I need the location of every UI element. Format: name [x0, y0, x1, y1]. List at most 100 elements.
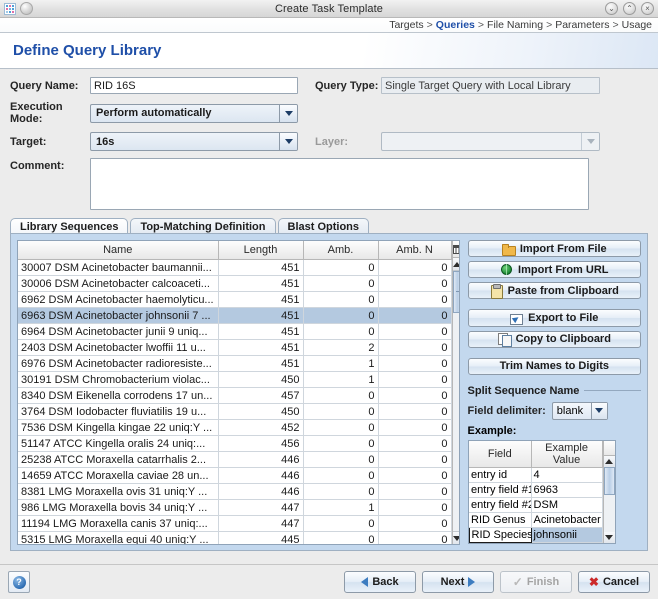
- query-name-input[interactable]: RID 16S: [90, 77, 298, 94]
- example-scroll-down[interactable]: [604, 532, 615, 543]
- spacer: [468, 352, 641, 358]
- tab-library-sequences[interactable]: Library Sequences: [10, 218, 128, 234]
- execution-mode-row: Execution Mode: Perform automatically: [10, 101, 648, 125]
- chevron-down-icon-disabled: [581, 133, 599, 150]
- cancel-button[interactable]: ✖ Cancel: [578, 571, 650, 593]
- target-select[interactable]: 16s: [90, 132, 298, 151]
- next-button[interactable]: Next: [422, 571, 494, 593]
- table-row[interactable]: 6964 DSM Acinetobacter junii 9 uniq...45…: [18, 324, 451, 340]
- comment-textarea[interactable]: [90, 158, 589, 210]
- scroll-up-button[interactable]: [453, 258, 459, 271]
- example-cell-field[interactable]: entry id: [469, 467, 531, 482]
- target-value: 16s: [91, 136, 279, 148]
- table-row[interactable]: 30007 DSM Acinetobacter baumannii...4510…: [18, 260, 451, 276]
- import-from-url-button[interactable]: Import From URL: [468, 261, 641, 278]
- example-scroll-track[interactable]: [604, 467, 615, 532]
- export-to-file-button[interactable]: Export to File: [468, 309, 641, 326]
- column-header-amb-n[interactable]: Amb. N: [378, 241, 451, 260]
- breadcrumb-item-queries[interactable]: Queries: [436, 19, 475, 31]
- breadcrumb-item-targets[interactable]: Targets: [389, 19, 423, 31]
- table-row[interactable]: 25238 ATCC Moraxella catarrhalis 2...446…: [18, 452, 451, 468]
- example-scroll-corner: [604, 441, 615, 456]
- column-header-name[interactable]: Name: [18, 241, 218, 260]
- table-row[interactable]: 6963 DSM Acinetobacter johnsonii 7 ...45…: [18, 308, 451, 324]
- field-delimiter-label: Field delimiter:: [468, 405, 546, 417]
- breadcrumb-item-file-naming[interactable]: File Naming: [487, 19, 543, 31]
- table-row[interactable]: 30006 DSM Acinetobacter calcoaceti...451…: [18, 276, 451, 292]
- cell-name: 25238 ATCC Moraxella catarrhalis 2...: [18, 452, 218, 468]
- comment-label: Comment:: [10, 158, 90, 172]
- wizard-nav-buttons: Back Next ✓ Finish ✖ Cancel: [344, 571, 650, 593]
- breadcrumb-item-parameters[interactable]: Parameters: [555, 19, 609, 31]
- back-button[interactable]: Back: [344, 571, 416, 593]
- cell-name: 3764 DSM Iodobacter fluviatilis 19 u...: [18, 404, 218, 420]
- help-button[interactable]: ?: [8, 571, 30, 593]
- table-row[interactable]: 6962 DSM Acinetobacter haemolyticu...451…: [18, 292, 451, 308]
- window-menu-icon[interactable]: [20, 2, 33, 15]
- scroll-track[interactable]: [453, 271, 459, 531]
- example-scrollbar[interactable]: [603, 441, 615, 543]
- example-cell-field[interactable]: RID Genus: [469, 512, 531, 527]
- sequences-table: Name Length Amb. Amb. N 30007 DSM Acinet…: [18, 241, 452, 544]
- example-cell-field[interactable]: entry field #1: [469, 482, 531, 497]
- minimize-button[interactable]: ⌄: [605, 2, 618, 15]
- cell-amb-n: 0: [378, 308, 451, 324]
- example-row[interactable]: entry field #16963: [469, 482, 602, 497]
- cell-amb-n: 0: [378, 324, 451, 340]
- chevron-down-icon[interactable]: [591, 403, 607, 419]
- example-row[interactable]: RID GenusAcinetobacter: [469, 512, 602, 527]
- table-row[interactable]: 30191 DSM Chromobacterium violac...45010: [18, 372, 451, 388]
- breadcrumb-item-usage[interactable]: Usage: [622, 19, 652, 31]
- breadcrumb-separator: >: [546, 19, 552, 31]
- scroll-thumb[interactable]: [453, 271, 459, 313]
- example-row[interactable]: entry id4: [469, 467, 602, 482]
- execution-mode-select[interactable]: Perform automatically: [90, 104, 298, 123]
- example-cell-value: Acinetobacter: [531, 512, 602, 527]
- table-row[interactable]: 3764 DSM Iodobacter fluviatilis 19 u...4…: [18, 404, 451, 420]
- chevron-down-icon[interactable]: [279, 133, 297, 150]
- table-row[interactable]: 8381 LMG Moraxella ovis 31 uniq:Y ...446…: [18, 484, 451, 500]
- table-row[interactable]: 986 LMG Moraxella bovis 34 uniq:Y ...447…: [18, 500, 451, 516]
- cell-amb-n: 0: [378, 420, 451, 436]
- chevron-down-icon[interactable]: [279, 105, 297, 122]
- table-vertical-scrollbar[interactable]: [452, 241, 459, 544]
- table-row[interactable]: 14659 ATCC Moraxella caviae 28 un...4460…: [18, 468, 451, 484]
- table-row[interactable]: 8340 DSM Eikenella corrodens 17 un...457…: [18, 388, 451, 404]
- example-row[interactable]: entry field #2DSM: [469, 497, 602, 512]
- example-row[interactable]: RID Speciesjohnsonii: [469, 527, 602, 542]
- titlebar-controls: ⌄ ⌃ ×: [605, 2, 654, 15]
- column-header-length[interactable]: Length: [218, 241, 303, 260]
- tab-top-matching-definition[interactable]: Top-Matching Definition: [130, 218, 275, 234]
- column-settings-icon[interactable]: [453, 241, 459, 258]
- column-header-amb[interactable]: Amb.: [303, 241, 378, 260]
- table-row[interactable]: 6976 DSM Acinetobacter radioresiste...45…: [18, 356, 451, 372]
- cell-length: 447: [218, 516, 303, 532]
- wizard-footer: ? Back Next ✓ Finish ✖ Cancel: [0, 564, 658, 599]
- cell-name: 14659 ATCC Moraxella caviae 28 un...: [18, 468, 218, 484]
- layer-label: Layer:: [315, 136, 381, 148]
- import-from-file-button[interactable]: Import From File: [468, 240, 641, 257]
- paste-from-clipboard-button[interactable]: Paste from Clipboard: [468, 282, 641, 299]
- example-cell-field[interactable]: RID Species: [469, 527, 531, 542]
- table-row[interactable]: 2403 DSM Acinetobacter lwoffii 11 u...45…: [18, 340, 451, 356]
- field-delimiter-select[interactable]: blank: [552, 402, 608, 420]
- copy-to-clipboard-button[interactable]: Copy to Clipboard: [468, 331, 641, 348]
- example-scroll-up[interactable]: [604, 456, 615, 467]
- scroll-down-button[interactable]: [453, 531, 459, 544]
- table-row[interactable]: 7536 DSM Kingella kingae 22 uniq:Y ...45…: [18, 420, 451, 436]
- example-cell-field[interactable]: entry field #2: [469, 497, 531, 512]
- tab-blast-options[interactable]: Blast Options: [278, 218, 370, 234]
- execution-mode-value: Perform automatically: [91, 107, 279, 119]
- example-scroll-thumb[interactable]: [604, 467, 615, 495]
- trim-names-to-digits-button[interactable]: Trim Names to Digits: [468, 358, 641, 375]
- table-row[interactable]: 51147 ATCC Kingella oralis 24 uniq:...45…: [18, 436, 451, 452]
- close-button[interactable]: ×: [641, 2, 654, 15]
- cell-amb-n: 0: [378, 500, 451, 516]
- cell-amb: 1: [303, 500, 378, 516]
- maximize-button[interactable]: ⌃: [623, 2, 636, 15]
- cell-amb-n: 0: [378, 340, 451, 356]
- table-row[interactable]: 5315 LMG Moraxella equi 40 uniq:Y ...445…: [18, 532, 451, 545]
- library-sequences-panel: Name Length Amb. Amb. N 30007 DSM Acinet…: [10, 233, 648, 551]
- table-row[interactable]: 11194 LMG Moraxella canis 37 uniq:...447…: [18, 516, 451, 532]
- cell-amb: 0: [303, 292, 378, 308]
